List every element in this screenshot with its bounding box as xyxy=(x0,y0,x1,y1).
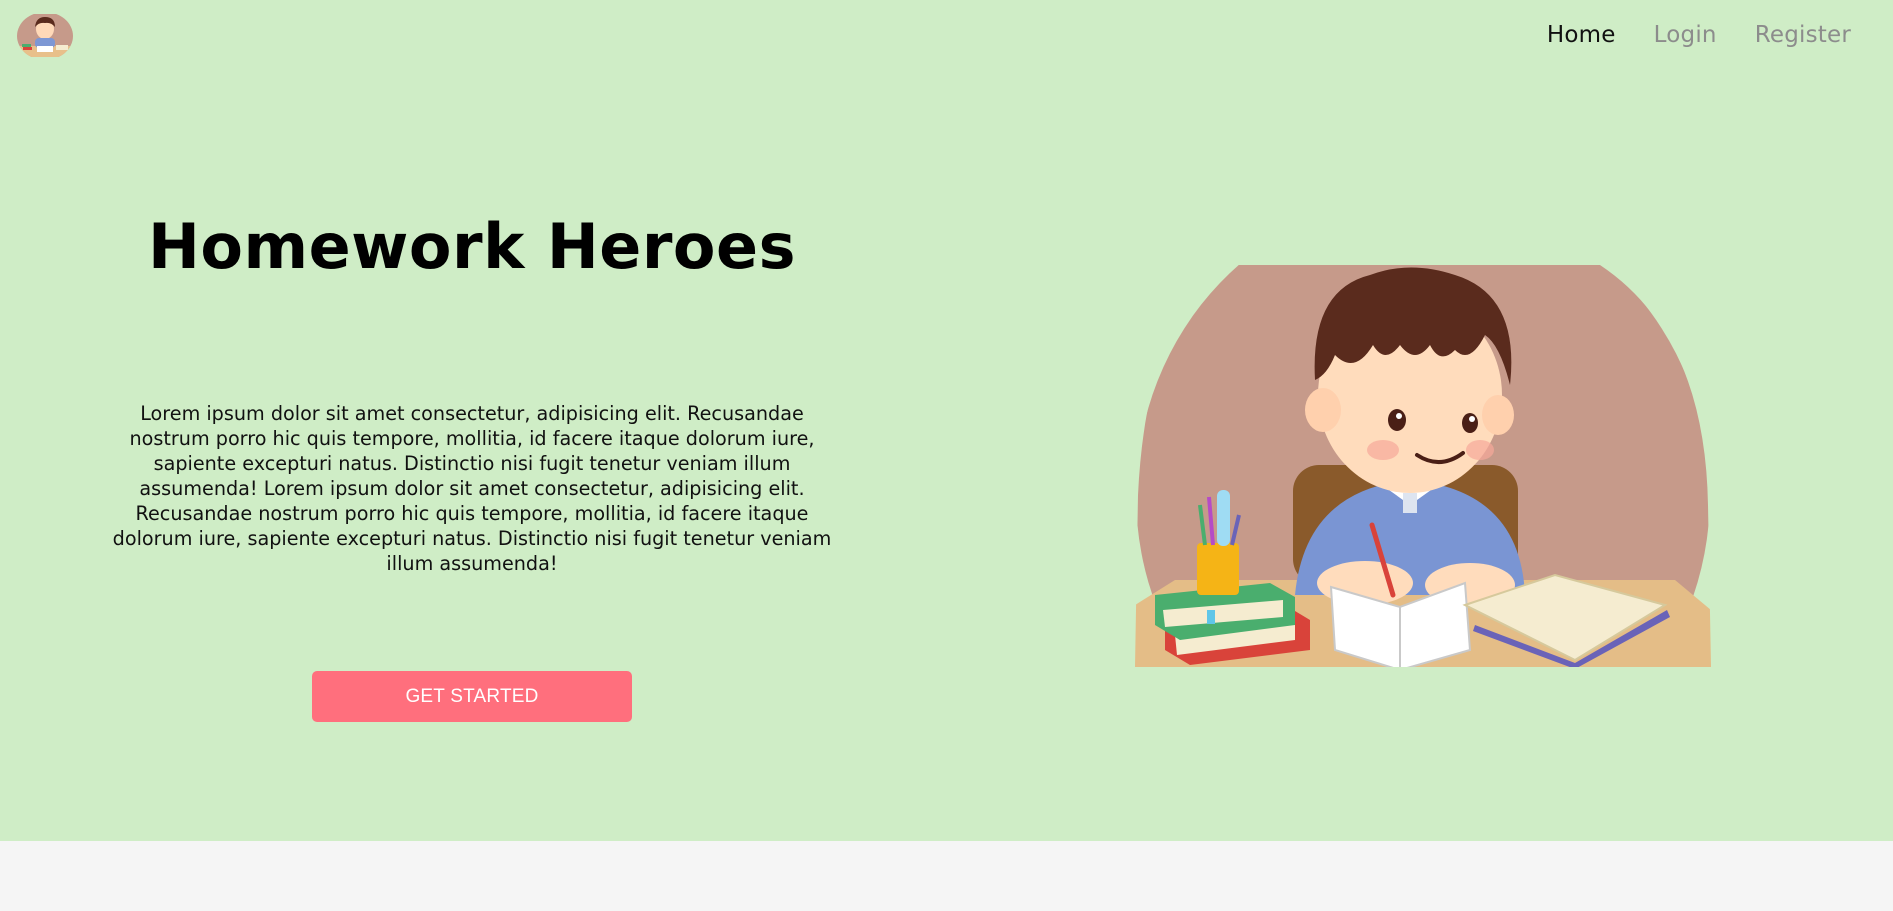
nav-home-link[interactable]: Home xyxy=(1547,22,1616,48)
page-footer-strip xyxy=(0,841,1893,911)
nav-register-link[interactable]: Register xyxy=(1755,22,1851,48)
nav-login-link[interactable]: Login xyxy=(1654,22,1717,48)
hero-title: Homework Heroes xyxy=(148,210,796,283)
main-nav: Home Login Register xyxy=(1547,22,1851,48)
hero-section: Home Login Register Homework Heroes Lore… xyxy=(0,0,1893,841)
get-started-button[interactable]: GET STARTED xyxy=(312,671,632,722)
boy-doing-homework-illustration-icon xyxy=(1135,265,1711,667)
boy-studying-logo-icon xyxy=(17,14,73,57)
hero-illustration xyxy=(1135,265,1711,667)
logo[interactable] xyxy=(16,14,74,57)
hero-description: Lorem ipsum dolor sit amet consectetur, … xyxy=(112,402,832,575)
